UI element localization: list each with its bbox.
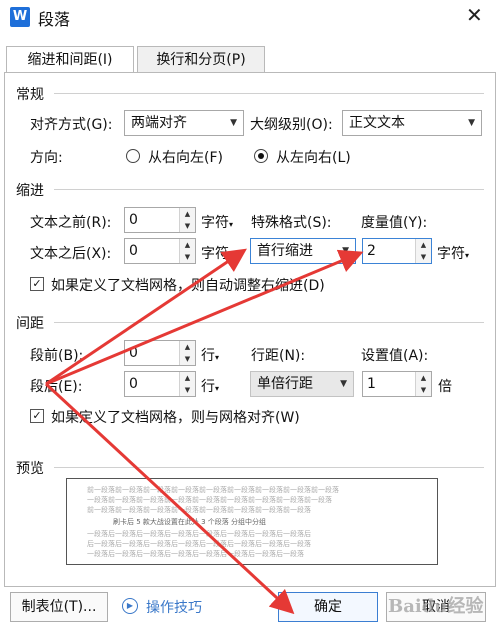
direction-label: 方向: xyxy=(30,150,63,166)
spin-up-icon[interactable]: ▲ xyxy=(180,341,195,353)
section-preview-title: 预览 xyxy=(16,461,44,477)
setting-value-unit: 倍 xyxy=(438,379,452,395)
special-format-value: 首行缩进 xyxy=(257,243,313,259)
spinner-buttons[interactable]: ▲ ▼ xyxy=(179,208,195,232)
indent-after-unit[interactable]: 字符▾ xyxy=(201,243,233,263)
measure-unit[interactable]: 字符▾ xyxy=(437,243,469,263)
alignment-label: 对齐方式(G): xyxy=(30,117,113,133)
dropdown-arrow-icon: ▼ xyxy=(340,379,347,389)
measure-label: 度量值(Y): xyxy=(361,215,428,231)
space-after-unit[interactable]: 行▾ xyxy=(201,376,219,396)
line-spacing-label: 行距(N): xyxy=(251,348,306,364)
indent-grid-checkbox[interactable]: ✓ xyxy=(30,277,44,291)
spinner-buttons[interactable]: ▲ ▼ xyxy=(179,239,195,263)
section-divider xyxy=(54,322,484,323)
preview-line: 一段落后一段落后一段落后一段落后一段落后一段落后一段落后一段落 xyxy=(87,550,304,558)
space-before-value: 0 xyxy=(129,345,138,361)
close-icon[interactable]: ✕ xyxy=(466,3,483,27)
preview-box: 前一段落前一段落前一段落前一段落前一段落前一段落前一段落前一段落前一段落 一段落… xyxy=(66,478,438,565)
special-format-label: 特殊格式(S): xyxy=(251,215,332,231)
outline-level-label: 大纲级别(O): xyxy=(250,117,333,133)
measure-spinner[interactable]: 2 ▲ ▼ xyxy=(362,238,432,264)
section-divider xyxy=(54,467,484,468)
space-before-spinner[interactable]: 0 ▲ ▼ xyxy=(124,340,196,366)
space-after-value: 0 xyxy=(129,376,138,392)
tab-indent-spacing[interactable]: 缩进和间距(I) xyxy=(6,46,134,73)
indent-before-spinner[interactable]: 0 ▲ ▼ xyxy=(124,207,196,233)
outline-level-value: 正文文本 xyxy=(349,115,405,131)
tab-line-page-break[interactable]: 换行和分页(P) xyxy=(137,46,265,73)
spacing-grid-checkbox-label[interactable]: 如果定义了文档网格，则与网格对齐(W) xyxy=(51,407,300,427)
indent-after-label: 文本之后(X): xyxy=(30,246,112,262)
setting-value-spinner[interactable]: 1 ▲ ▼ xyxy=(362,371,432,397)
indent-before-unit[interactable]: 字符▾ xyxy=(201,212,233,232)
section-spacing-title: 间距 xyxy=(16,316,44,332)
section-divider xyxy=(54,189,484,190)
spin-down-icon[interactable]: ▼ xyxy=(180,251,195,263)
rtl-radio[interactable] xyxy=(126,149,140,163)
dropdown-arrow-icon: ▼ xyxy=(342,246,349,256)
setting-value-label: 设置值(A): xyxy=(361,348,429,364)
spin-up-icon[interactable]: ▲ xyxy=(180,208,195,220)
preview-line: 一段落后一段落后一段落后一段落后一段落后一段落后一段落后一段落后 xyxy=(87,530,311,538)
alignment-select[interactable]: 两端对齐 ▼ xyxy=(124,110,244,136)
spin-down-icon[interactable]: ▼ xyxy=(416,384,431,396)
preview-line: 前一段落前一段落前一段落前一段落前一段落前一段落前一段落前一段落 xyxy=(87,506,311,514)
space-after-spinner[interactable]: 0 ▲ ▼ xyxy=(124,371,196,397)
spinner-buttons[interactable]: ▲ ▼ xyxy=(415,239,431,263)
spin-up-icon[interactable]: ▲ xyxy=(416,239,431,251)
spin-up-icon[interactable]: ▲ xyxy=(416,372,431,384)
watermark: Baidu经验 xyxy=(388,596,484,617)
preview-line: 一段落前一段落前一段落前一段落前一段落前一段落前一段落前一段落前一段落 xyxy=(87,496,332,504)
indent-after-value: 0 xyxy=(129,243,138,259)
wps-writer-icon: W xyxy=(10,7,30,27)
play-tips-icon[interactable]: ▶ xyxy=(122,598,138,614)
spinner-buttons[interactable]: ▲ ▼ xyxy=(415,372,431,396)
dropdown-arrow-icon: ▼ xyxy=(230,118,237,128)
indent-after-spinner[interactable]: 0 ▲ ▼ xyxy=(124,238,196,264)
section-divider xyxy=(54,93,484,94)
outline-level-select[interactable]: 正文文本 ▼ xyxy=(342,110,482,136)
indent-before-label: 文本之前(R): xyxy=(30,215,112,231)
spin-down-icon[interactable]: ▼ xyxy=(180,384,195,396)
spin-down-icon[interactable]: ▼ xyxy=(180,220,195,232)
spin-up-icon[interactable]: ▲ xyxy=(180,372,195,384)
indent-grid-checkbox-label[interactable]: 如果定义了文档网格，则自动调整右缩进(D) xyxy=(51,275,325,295)
dialog-title: 段落 xyxy=(38,10,71,29)
space-after-label: 段后(E): xyxy=(30,379,83,395)
section-general-title: 常规 xyxy=(16,87,44,103)
indent-before-value: 0 xyxy=(129,212,138,228)
tab-stops-button[interactable]: 制表位(T)... xyxy=(10,592,108,622)
alignment-value: 两端对齐 xyxy=(131,115,187,131)
setting-value: 1 xyxy=(367,376,376,392)
measure-value: 2 xyxy=(367,243,376,259)
rtl-radio-label[interactable]: 从右向左(F) xyxy=(148,147,223,167)
space-before-label: 段前(B): xyxy=(30,348,84,364)
special-format-select[interactable]: 首行缩进 ▼ xyxy=(250,238,356,264)
spinner-buttons[interactable]: ▲ ▼ xyxy=(179,372,195,396)
preview-line: 后一段落后一段落后一段落后一段落后一段落后一段落后一段落后一段落 xyxy=(87,540,311,548)
spin-up-icon[interactable]: ▲ xyxy=(180,239,195,251)
section-indent-title: 缩进 xyxy=(16,183,44,199)
ltr-radio[interactable] xyxy=(254,149,268,163)
line-spacing-value: 单倍行距 xyxy=(257,376,313,392)
tips-link[interactable]: 操作技巧 xyxy=(146,597,202,617)
space-before-unit[interactable]: 行▾ xyxy=(201,345,219,365)
preview-line: 刷卡后 5 款大战设置在此处 3 个段落 分组中分组 xyxy=(113,518,267,526)
spacing-grid-checkbox[interactable]: ✓ xyxy=(30,409,44,423)
preview-line: 前一段落前一段落前一段落前一段落前一段落前一段落前一段落前一段落前一段落 xyxy=(87,486,339,494)
dropdown-arrow-icon: ▼ xyxy=(468,118,475,128)
spin-down-icon[interactable]: ▼ xyxy=(416,251,431,263)
ok-button[interactable]: 确定 xyxy=(278,592,378,622)
ltr-radio-label[interactable]: 从左向右(L) xyxy=(276,147,351,167)
spin-down-icon[interactable]: ▼ xyxy=(180,353,195,365)
line-spacing-select[interactable]: 单倍行距 ▼ xyxy=(250,371,354,397)
spinner-buttons[interactable]: ▲ ▼ xyxy=(179,341,195,365)
title-bar: W 段落 ✕ xyxy=(0,0,500,36)
